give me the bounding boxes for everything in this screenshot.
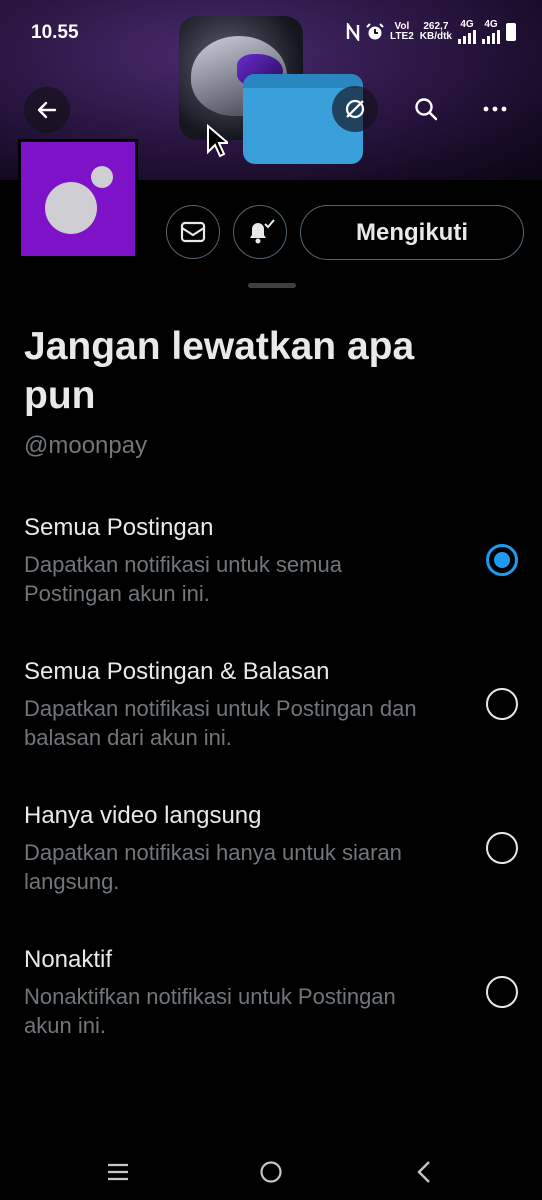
message-button[interactable] [166, 205, 220, 259]
recent-apps-button[interactable] [98, 1152, 138, 1192]
bell-check-icon [250, 219, 275, 244]
option-description: Dapatkan notifikasi untuk Postingan dan … [24, 696, 417, 750]
net-type-2: 4G [484, 19, 498, 30]
system-nav-bar [0, 1140, 542, 1200]
status-icons: Vol LTE2 262,7 KB/dtk 4G 4G [346, 20, 516, 44]
option-title: Semua Postingan & Balasan [24, 658, 330, 685]
sheet-title: Jangan lewatkan apa pun [24, 325, 415, 417]
menu-icon [108, 1163, 128, 1181]
signal-one: 4G [458, 20, 476, 44]
avatar[interactable] [18, 139, 138, 259]
home-icon [260, 1161, 282, 1183]
option-description: Dapatkan notifikasi hanya untuk siaran l… [24, 840, 402, 894]
status-time: 10.55 [31, 22, 79, 43]
home-button[interactable] [251, 1152, 291, 1192]
account-handle: @moonpay [24, 432, 148, 459]
signal-icon [458, 30, 476, 44]
notification-button[interactable] [233, 205, 287, 259]
radio-selected[interactable] [486, 544, 518, 576]
battery-icon [506, 23, 516, 41]
option-title: Nonaktif [24, 946, 113, 973]
radio-unselected[interactable] [486, 976, 518, 1008]
back-icon [417, 1161, 430, 1183]
option-posts-replies[interactable]: Semua Postingan & Balasan Dapatkan notif… [0, 658, 542, 788]
mouse-cursor-icon [207, 124, 228, 158]
volte-indicator: Vol LTE2 [390, 22, 414, 42]
search-button[interactable] [403, 86, 449, 132]
back-arrow-icon [37, 101, 57, 119]
speed-unit: KB/dtk [419, 31, 452, 42]
signal-two: 4G [482, 20, 500, 44]
following-button[interactable]: Mengikuti [300, 205, 524, 260]
search-icon [415, 98, 438, 121]
signal-icon [482, 30, 500, 44]
sheet-handle[interactable] [248, 283, 296, 288]
nfc-icon [346, 23, 360, 41]
more-button[interactable] [472, 86, 518, 132]
option-off[interactable]: Nonaktif Nonaktifkan notifikasi untuk Po… [0, 946, 542, 1076]
radio-unselected[interactable] [486, 688, 518, 720]
option-all-posts[interactable]: Semua Postingan Dapatkan notifikasi untu… [0, 514, 542, 644]
option-live-video[interactable]: Hanya video langsung Dapatkan notifikasi… [0, 802, 542, 932]
option-description: Nonaktifkan notifikasi untuk Postingan a… [24, 984, 396, 1038]
radio-unselected[interactable] [486, 832, 518, 864]
network-speed: 262,7 KB/dtk [420, 22, 452, 42]
alarm-icon [366, 23, 384, 40]
option-description: Dapatkan notifikasi untuk semua Postinga… [24, 552, 342, 606]
sync-icon [345, 99, 365, 119]
option-title: Hanya video langsung [24, 802, 262, 829]
network-bottom: LTE2 [390, 31, 414, 42]
net-type-1: 4G [460, 19, 474, 30]
more-icon [483, 106, 507, 112]
system-back-button[interactable] [404, 1152, 444, 1192]
status-bar: 10.55 Vol LTE2 262,7 KB/dtk 4G 4G [0, 0, 542, 64]
option-title: Semua Postingan [24, 514, 214, 541]
sync-button[interactable] [332, 86, 378, 132]
back-button[interactable] [24, 87, 70, 133]
mail-icon [180, 221, 206, 243]
